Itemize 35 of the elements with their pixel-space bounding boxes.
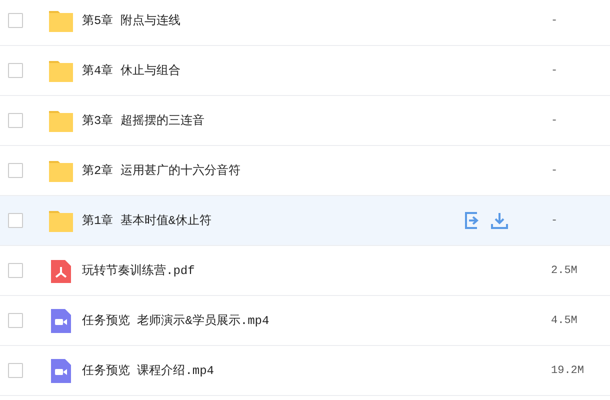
file-name: 任务预览 课程介绍.mp4 [82, 363, 216, 379]
move-icon[interactable] [464, 212, 481, 229]
file-size: - [551, 14, 559, 26]
file-size: - [551, 214, 559, 226]
file-size: - [551, 164, 559, 176]
file-row[interactable]: 第1章 基本时值&休止符 - [0, 196, 610, 246]
file-size: 4.5M [551, 314, 578, 326]
video-file-icon [49, 308, 73, 332]
checkbox[interactable] [8, 113, 23, 128]
checkbox[interactable] [8, 213, 23, 228]
file-size: - [551, 64, 559, 76]
file-size: - [551, 114, 559, 126]
file-name: 第2章 运用甚广的十六分音符 [82, 163, 242, 179]
checkbox[interactable] [8, 313, 23, 328]
video-file-icon [49, 358, 73, 382]
file-name: 任务预览 老师演示&学员展示.mp4 [82, 313, 270, 329]
file-name: 第4章 休止与组合 [82, 63, 182, 79]
file-name: 玩转节奏训练营.pdf [82, 263, 196, 279]
file-size: 2.5M [551, 264, 578, 276]
checkbox[interactable] [8, 163, 23, 178]
checkbox[interactable] [8, 63, 23, 78]
folder-icon [49, 10, 73, 32]
file-name: 第1章 基本时值&休止符 [82, 213, 213, 229]
file-name: 第3章 超摇摆的三连音 [82, 113, 206, 129]
folder-icon [49, 110, 73, 132]
folder-icon [49, 210, 73, 232]
pdf-file-icon [49, 258, 73, 282]
folder-icon [49, 60, 73, 82]
download-icon[interactable] [491, 212, 508, 229]
folder-icon [49, 160, 73, 182]
file-name: 第5章 附点与连线 [82, 13, 182, 29]
checkbox[interactable] [8, 363, 23, 378]
file-size: 19.2M [551, 364, 586, 376]
checkbox[interactable] [8, 263, 23, 278]
checkbox[interactable] [8, 13, 23, 28]
